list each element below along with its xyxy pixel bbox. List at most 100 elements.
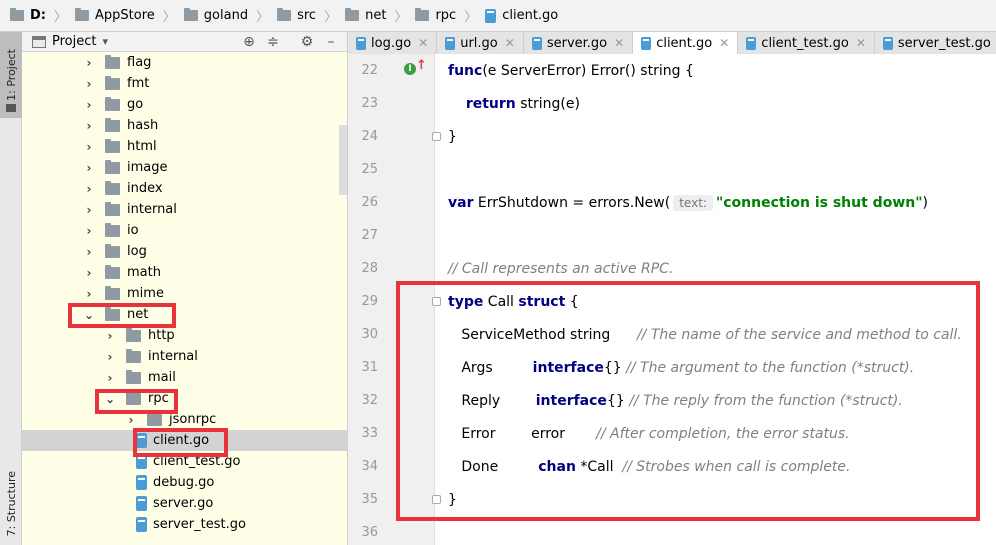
folder-icon xyxy=(105,96,120,111)
close-icon[interactable]: ✕ xyxy=(614,36,624,50)
drive-folder-icon xyxy=(10,8,24,21)
tree-item-html[interactable]: › html xyxy=(22,136,347,157)
gear-icon[interactable]: ⚙ xyxy=(298,34,316,50)
line-number: 32 xyxy=(361,393,378,408)
breadcrumb-drive[interactable]: D: xyxy=(8,5,48,27)
breadcrumb: D: 〉 AppStore 〉 goland 〉 src 〉 net 〉 rpc 〉 client.go xyxy=(0,0,996,32)
chevron-right-icon[interactable]: › xyxy=(82,245,96,259)
tree-item-image[interactable]: › image xyxy=(22,157,347,178)
chevron-right-icon[interactable]: › xyxy=(124,413,138,427)
folder-icon xyxy=(105,201,120,216)
tree-item-flag[interactable]: › flag xyxy=(22,52,347,73)
breadcrumb-item[interactable]: AppStore xyxy=(73,5,157,27)
close-icon[interactable]: ✕ xyxy=(418,36,428,50)
chevron-right-icon[interactable]: › xyxy=(82,56,96,70)
project-tool-icon xyxy=(6,104,16,112)
breadcrumb-item[interactable]: src xyxy=(275,5,318,27)
chevron-right-icon[interactable]: › xyxy=(82,77,96,91)
folder-icon xyxy=(105,285,120,300)
tab-server-go[interactable]: server.go ✕ xyxy=(523,32,634,54)
chevron-right-icon[interactable]: › xyxy=(103,371,117,385)
collapse-all-icon[interactable]: ≑ xyxy=(264,34,282,50)
chevron-right-icon[interactable]: › xyxy=(82,119,96,133)
project-view-title[interactable]: Project xyxy=(52,34,96,49)
tree-item-hash[interactable]: › hash xyxy=(22,115,347,136)
tree-item-rpc[interactable]: ⌄ rpc xyxy=(22,388,347,409)
tree-item-debug-go[interactable]: debug.go xyxy=(22,472,347,493)
go-file-icon xyxy=(136,496,147,511)
tree-item-internal[interactable]: › internal xyxy=(22,199,347,220)
folder-icon xyxy=(105,180,120,195)
breadcrumb-item[interactable]: goland xyxy=(182,5,250,27)
tree-item-fmt[interactable]: › fmt xyxy=(22,73,347,94)
project-panel: Project ▾ ⊕ ≑ ⚙ – › flag › fmt › go › hash › html… xyxy=(22,32,348,545)
tree-item-io[interactable]: › io xyxy=(22,220,347,241)
comment: // Call represents an active RPC. xyxy=(448,260,674,277)
breadcrumb-separator-icon: 〉 xyxy=(394,10,408,25)
go-file-icon xyxy=(485,8,497,23)
tree-item-http[interactable]: › http xyxy=(22,325,347,346)
tree-item-index[interactable]: › index xyxy=(22,178,347,199)
chevron-right-icon[interactable]: › xyxy=(82,203,96,217)
code-text: } xyxy=(448,129,457,145)
close-icon[interactable]: ✕ xyxy=(505,36,515,50)
chevron-right-icon[interactable]: › xyxy=(82,161,96,175)
tree-item-internal[interactable]: › internal xyxy=(22,346,347,367)
folder-icon xyxy=(126,348,141,363)
project-view-dropdown-icon[interactable]: ▾ xyxy=(102,35,108,48)
chevron-right-icon[interactable]: › xyxy=(82,98,96,112)
line-number: 26 xyxy=(361,195,378,210)
tree-item-server-go[interactable]: server.go xyxy=(22,493,347,514)
line-number: 24 xyxy=(361,129,378,144)
tree-item-label: debug.go xyxy=(153,475,215,490)
tab-log-go[interactable]: log.go ✕ xyxy=(348,32,438,54)
tree-item-mime[interactable]: › mime xyxy=(22,283,347,304)
breadcrumb-separator-icon: 〉 xyxy=(256,10,270,25)
chevron-right-icon[interactable]: › xyxy=(82,266,96,280)
tree-item-jsonrpc[interactable]: › jsonrpc xyxy=(22,409,347,430)
go-file-icon xyxy=(136,475,147,490)
close-icon[interactable]: ✕ xyxy=(856,36,866,50)
breadcrumb-item[interactable]: rpc xyxy=(413,5,458,27)
folder-icon xyxy=(126,369,141,384)
chevron-right-icon[interactable]: › xyxy=(103,329,117,343)
chevron-right-icon[interactable]: › xyxy=(82,140,96,154)
chevron-right-icon[interactable]: › xyxy=(82,287,96,301)
folder-icon xyxy=(415,8,430,21)
tree-item-server-test-go[interactable]: server_test.go xyxy=(22,514,347,535)
go-file-icon xyxy=(356,36,366,50)
breadcrumb-item[interactable]: net xyxy=(343,5,388,27)
structure-tool-tab[interactable]: 7: Structure xyxy=(0,462,22,545)
project-tool-tab[interactable]: 1: Project xyxy=(0,32,22,118)
folder-icon xyxy=(105,264,120,279)
string-literal: "connection is shut down" xyxy=(715,194,923,211)
keyword: return xyxy=(465,95,516,112)
hide-panel-icon[interactable]: – xyxy=(322,34,340,50)
folder-icon xyxy=(126,327,141,342)
chevron-right-icon[interactable]: › xyxy=(103,350,117,364)
tree-item-log[interactable]: › log xyxy=(22,241,347,262)
chevron-right-icon[interactable]: › xyxy=(82,224,96,238)
locate-file-icon[interactable]: ⊕ xyxy=(240,34,258,50)
tab-client-go[interactable]: client.go ✕ xyxy=(633,32,739,54)
tab-server-test-go[interactable]: server_test.go✕ xyxy=(874,32,996,54)
keyword: func xyxy=(448,62,483,79)
close-icon[interactable]: ✕ xyxy=(719,36,729,50)
go-file-icon xyxy=(746,36,757,50)
tab-label: server.go xyxy=(546,35,608,51)
chevron-right-icon[interactable]: › xyxy=(82,182,96,196)
tab-url-go[interactable]: url.go ✕ xyxy=(437,32,524,54)
tree-item-math[interactable]: › math xyxy=(22,262,347,283)
line-number: 22 xyxy=(361,63,378,78)
highlight-rpc-folder xyxy=(95,389,178,414)
tree-item-mail[interactable]: › mail xyxy=(22,367,347,388)
tree-item-label: server.go xyxy=(153,496,214,511)
structure-tool-tab-label: 7: Structure xyxy=(4,470,18,537)
highlight-call-struct xyxy=(396,281,980,521)
line-number: 25 xyxy=(361,162,378,177)
breadcrumb-item-label: rpc xyxy=(435,8,457,23)
tab-client-test-go[interactable]: client_test.go ✕ xyxy=(738,32,875,54)
fold-marker-icon[interactable] xyxy=(432,132,441,141)
tree-item-go[interactable]: › go xyxy=(22,94,347,115)
breadcrumb-file[interactable]: client.go xyxy=(483,5,560,27)
